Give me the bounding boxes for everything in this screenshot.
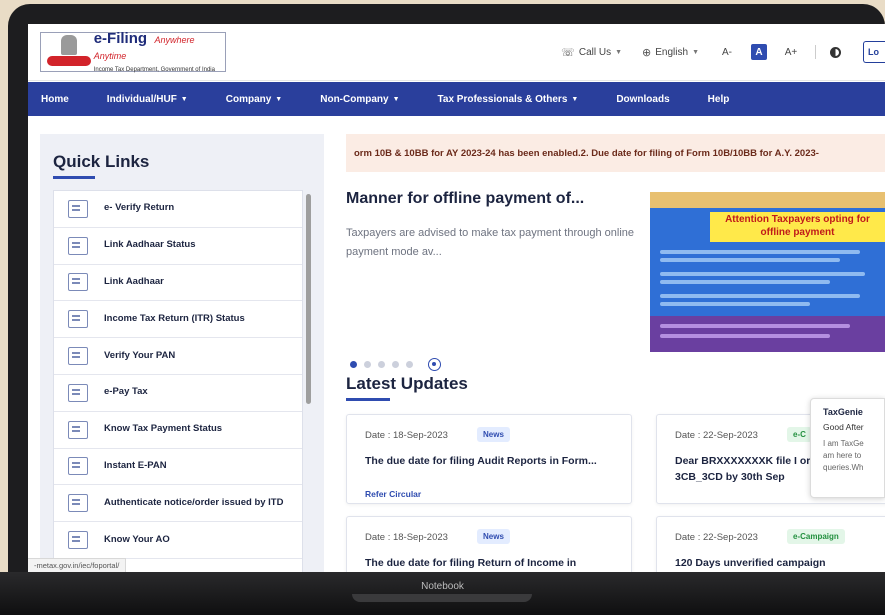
quick-link-link-aadhaar[interactable]: Link Aadhaar <box>54 265 302 302</box>
device-label: Notebook <box>421 581 464 592</box>
officer-icon <box>68 531 88 550</box>
quick-link-aadhaar-status[interactable]: Link Aadhaar Status <box>54 228 302 265</box>
pan-card-icon <box>68 347 88 366</box>
news-badge: News <box>477 427 510 442</box>
call-us-menu[interactable]: ☏ Call Us ▼ <box>561 46 622 59</box>
carousel-dot[interactable] <box>364 361 371 368</box>
nav-home[interactable]: Home <box>41 94 69 105</box>
pause-icon[interactable] <box>428 358 441 371</box>
login-button[interactable]: Lo <box>863 41 885 63</box>
document-icon <box>68 310 88 329</box>
quick-link-authenticate-notice[interactable]: Authenticate notice/order issued by ITD <box>54 485 302 523</box>
logo-title: e-Filing <box>93 30 148 47</box>
refer-circular-link[interactable]: Refer Circular <box>365 489 421 499</box>
banner-heading: Attention Taxpayers opting for offline p… <box>710 212 885 242</box>
chevron-down-icon: ▼ <box>692 48 699 56</box>
main-nav: Home Individual/HUF ▼ Company ▼ Non-Compan… <box>28 82 885 116</box>
nav-company[interactable]: Company ▼ <box>226 94 283 105</box>
quick-link-verify-pan[interactable]: Verify Your PAN <box>54 338 302 375</box>
call-us-label: Call Us <box>578 46 612 58</box>
aadhaar-card-icon <box>68 236 88 255</box>
update-title: Dear BRXXXXXXXK file I or 3CB_3CD by 30t… <box>675 455 811 484</box>
title-underline <box>53 176 95 179</box>
efiling-logo[interactable]: e-Filing Anywhere Anytime Income Tax Dep… <box>40 30 226 73</box>
payment-icon <box>68 383 88 402</box>
quick-links-title: Quick Links <box>53 152 150 171</box>
latest-updates-title: Latest Updates <box>346 374 468 393</box>
update-title: The due date for filing Audit Reports in… <box>365 455 597 467</box>
logo-subtitle: Income Tax Department, Government of Ind… <box>93 67 215 73</box>
browser-screen: e-Filing Anywhere Anytime Income Tax Dep… <box>28 24 885 572</box>
quick-links-scrollbar[interactable] <box>306 194 311 404</box>
aadhaar-link-icon <box>68 273 88 292</box>
font-increase-button[interactable]: A+ <box>783 44 799 60</box>
carousel-dot[interactable] <box>350 361 357 368</box>
language-selector[interactable]: ⊕ English ▼ <box>642 46 699 59</box>
chevron-down-icon: ▼ <box>275 95 283 103</box>
update-card[interactable]: Date : 18-Sep-2023 News The due date for… <box>346 516 632 572</box>
nav-tax-professionals[interactable]: Tax Professionals & Others ▼ <box>438 94 579 105</box>
carousel-dot[interactable] <box>406 361 413 368</box>
update-title: 120 Days unverified campaign <box>675 557 826 569</box>
chevron-down-icon: ▼ <box>392 95 400 103</box>
browser-status-bar: -metax.gov.in/iec/foportal/ <box>28 558 127 572</box>
update-date: Date : 22-Sep-2023 <box>675 532 758 543</box>
carousel-dot[interactable] <box>392 361 399 368</box>
ticker-text: orm 10B & 10BB for AY 2023-24 has been e… <box>354 147 819 159</box>
chat-bot-name: TaxGenie <box>823 407 863 417</box>
chevron-down-icon: ▼ <box>615 48 623 56</box>
laptop-base: Notebook <box>0 572 885 615</box>
quick-link-instant-epan[interactable]: Instant E-PAN <box>54 449 302 486</box>
quick-link-know-your-ao[interactable]: Know Your AO <box>54 522 302 559</box>
nav-individual-huf[interactable]: Individual/HUF ▼ <box>107 94 188 105</box>
quick-link-tax-payment-status[interactable]: Know Tax Payment Status <box>54 412 302 449</box>
receipt-icon <box>68 420 88 439</box>
quick-link-itr-status[interactable]: Income Tax Return (ITR) Status <box>54 301 302 339</box>
update-date: Date : 18-Sep-2023 <box>365 532 448 543</box>
chat-greeting: Good After <box>823 422 864 432</box>
nav-non-company[interactable]: Non-Company ▼ <box>320 94 399 105</box>
chevron-down-icon: ▼ <box>180 95 188 103</box>
chat-message: I am TaxGe am here to queries.Wh <box>823 439 864 472</box>
taxgenie-chat-widget[interactable]: TaxGenie Good After I am TaxGe am here t… <box>810 398 885 498</box>
divider <box>815 45 816 59</box>
language-label: English <box>655 46 689 58</box>
quick-links-list: e- Verify Return Link Aadhaar Status Lin… <box>53 190 303 572</box>
quick-link-e-verify-return[interactable]: e- Verify Return <box>54 191 302 228</box>
globe-icon: ⊕ <box>642 46 652 59</box>
font-decrease-button[interactable]: A- <box>719 44 735 60</box>
status-url: -metax.gov.in/iec/foportal/ <box>34 561 120 570</box>
notice-icon <box>68 494 88 513</box>
campaign-badge: e-Campaign <box>787 529 845 544</box>
font-normal-button[interactable]: A <box>751 44 767 60</box>
featured-description: Taxpayers are advised to make tax paymen… <box>346 227 634 258</box>
update-date: Date : 22-Sep-2023 <box>675 430 758 441</box>
chevron-down-icon: ▼ <box>571 95 579 103</box>
emblem-icon <box>47 35 91 69</box>
nav-downloads[interactable]: Downloads <box>616 94 669 105</box>
update-card[interactable]: Date : 22-Sep-2023 e-Campaign 120 Days u… <box>656 516 885 572</box>
featured-title[interactable]: Manner for offline payment of... <box>346 190 584 208</box>
announcement-ticker[interactable]: orm 10B & 10BB for AY 2023-24 has been e… <box>346 134 885 172</box>
news-badge: News <box>477 529 510 544</box>
laptop-notch <box>352 594 532 602</box>
site-header: e-Filing Anywhere Anytime Income Tax Dep… <box>28 24 885 81</box>
campaign-badge: e-C <box>787 427 812 442</box>
header-utilities: ☏ Call Us ▼ ⊕ English ▼ A- A A+ Lo <box>561 40 885 64</box>
featured-banner[interactable]: Attention Taxpayers opting for offline p… <box>650 192 885 352</box>
nav-help[interactable]: Help <box>708 94 730 105</box>
quick-link-e-pay-tax[interactable]: e-Pay Tax <box>54 375 302 412</box>
carousel-indicators <box>350 358 441 371</box>
update-card[interactable]: Date : 18-Sep-2023 News The due date for… <box>346 414 632 504</box>
contrast-icon[interactable] <box>830 46 841 58</box>
verify-return-icon <box>68 199 88 218</box>
phone-icon: ☏ <box>561 46 575 59</box>
update-title: The due date for filing Return of Income… <box>365 557 577 569</box>
quick-links-panel: Quick Links e- Verify Return Link Aadhaa… <box>40 134 324 572</box>
title-underline <box>346 398 390 401</box>
id-card-icon <box>68 457 88 476</box>
update-date: Date : 18-Sep-2023 <box>365 430 448 441</box>
carousel-dot[interactable] <box>378 361 385 368</box>
